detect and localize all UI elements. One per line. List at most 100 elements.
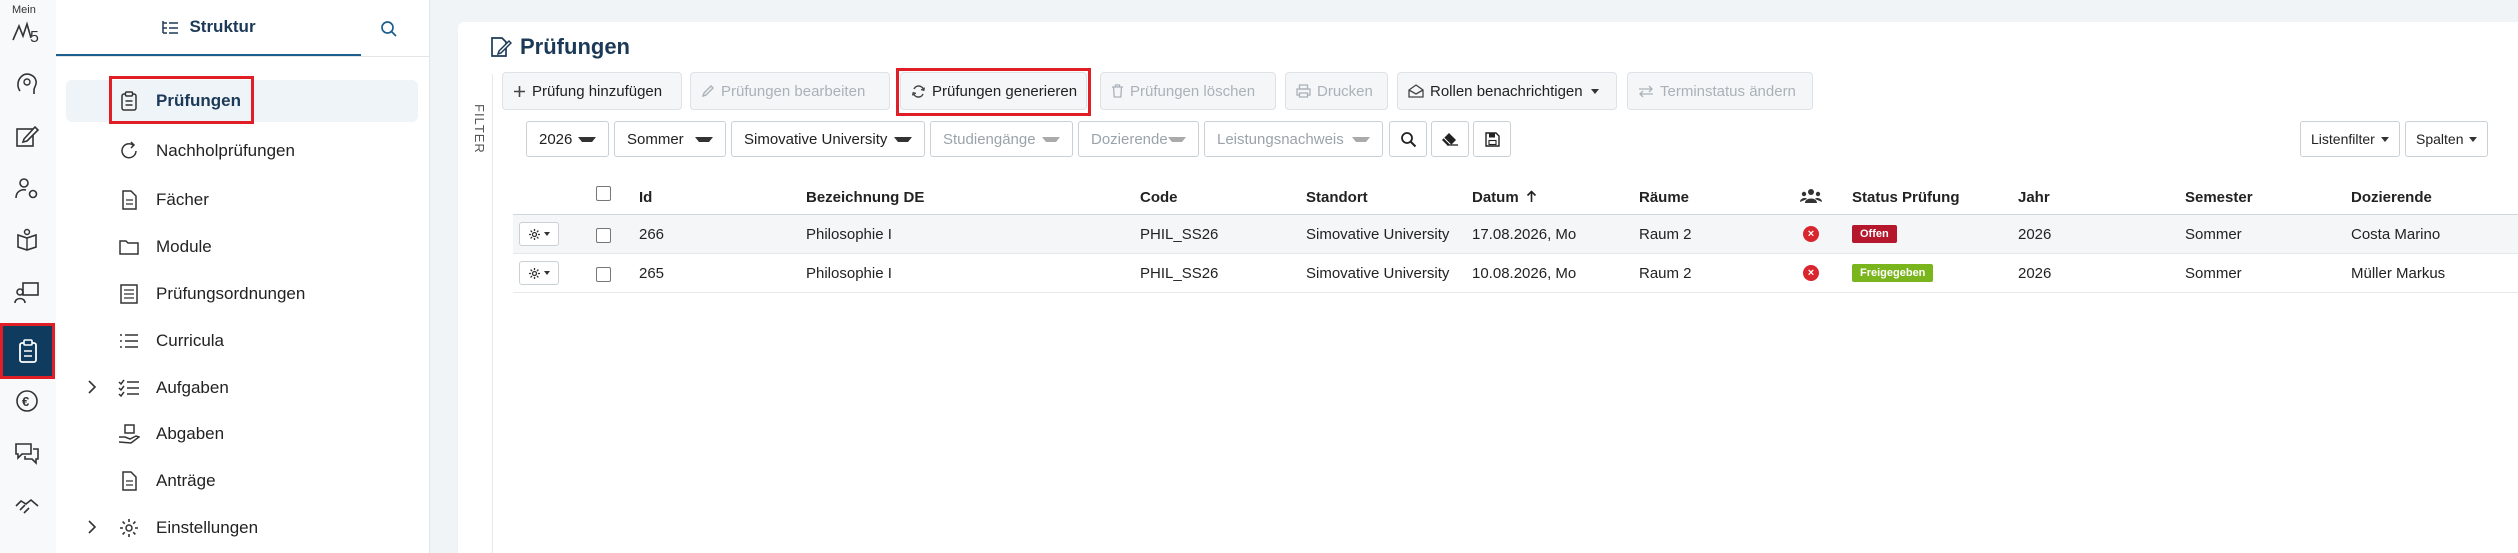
add-pruefung-button[interactable]: Prüfung hinzufügen (502, 72, 682, 110)
print-button[interactable]: Drucken (1285, 72, 1388, 110)
dozierende-placeholder: Dozierende (1091, 130, 1168, 148)
svg-text:€: € (22, 394, 29, 409)
dropdown-caret-icon (1352, 136, 1370, 142)
handshake-icon[interactable] (10, 488, 44, 522)
year-select-value: 2026 (539, 130, 573, 148)
clear-filter-button[interactable] (1431, 121, 1469, 157)
lightbulb-head-icon[interactable] (10, 67, 44, 101)
table-row[interactable]: 266 Philosophie I PHIL_SS26 Simovative U… (513, 215, 2518, 254)
print-label: Drucken (1317, 82, 1373, 100)
user-settings-icon[interactable] (10, 171, 44, 205)
edit-pruefungen-button[interactable]: Prüfungen bearbeiten (690, 72, 890, 110)
notify-roles-button[interactable]: Rollen benachrichtigen (1397, 72, 1617, 110)
chevron-right-icon[interactable] (83, 378, 101, 396)
university-select[interactable]: Simovative University (731, 121, 925, 157)
nav-item-faecher[interactable]: Fächer (66, 179, 418, 221)
cell-code: PHIL_SS26 (1140, 226, 1219, 243)
euro-icon[interactable]: € (10, 384, 44, 418)
document-icon (122, 471, 137, 491)
col-id[interactable]: Id (639, 189, 652, 206)
nav-item-pruefungsordnungen[interactable]: Prüfungsordnungen (66, 273, 418, 315)
search-button[interactable] (1389, 121, 1427, 157)
save-filter-button[interactable] (1473, 121, 1511, 157)
nav-search-button[interactable] (374, 14, 404, 44)
col-standort[interactable]: Standort (1306, 189, 1368, 206)
search-icon (1400, 131, 1416, 147)
book-hand-icon[interactable] (10, 223, 44, 257)
no-participants-icon: × (1803, 226, 1819, 242)
pencil-icon (701, 85, 714, 98)
envelope-open-icon (1408, 84, 1424, 98)
save-icon (1484, 131, 1500, 147)
row-actions-button[interactable] (519, 222, 559, 246)
filter-panel-toggle[interactable]: FILTER (468, 74, 493, 553)
delete-pruefungen-button[interactable]: Prüfungen löschen (1100, 72, 1276, 110)
cell-datum: 10.08.2026, Mo (1472, 265, 1577, 282)
clipboard-icon (18, 339, 37, 363)
page-title: Prüfungen (488, 34, 630, 60)
nav-item-curricula[interactable]: Curricula (66, 320, 418, 362)
nav-item-pruefungen[interactable]: Prüfungen (66, 76, 418, 124)
document-icon (122, 190, 137, 210)
gear-icon (529, 267, 540, 279)
dozierende-select[interactable]: Dozierende (1078, 121, 1199, 157)
leistungsnachweis-placeholder: Leistungsnachweis (1217, 130, 1344, 148)
col-jahr[interactable]: Jahr (2018, 189, 2050, 206)
folder-icon (119, 240, 139, 255)
cell-dozierende: Costa Marino (2351, 226, 2441, 243)
checklist-icon (118, 379, 139, 398)
col-dozierende[interactable]: Dozierende (2351, 189, 2432, 206)
nav-item-label: Nachholprüfungen (156, 141, 295, 160)
highlight-box (109, 76, 254, 124)
nav-item-abgaben[interactable]: Abgaben (66, 413, 418, 455)
leistungsnachweis-select[interactable]: Leistungsnachweis (1204, 121, 1383, 157)
nav-item-antraege[interactable]: Anträge (66, 460, 418, 502)
row-checkbox[interactable] (596, 228, 611, 243)
semester-select[interactable]: Sommer (614, 121, 726, 157)
rail-item-pruefungen[interactable] (0, 323, 55, 379)
row-checkbox[interactable] (596, 267, 611, 282)
dropdown-caret-icon (695, 136, 713, 142)
studiengaenge-select[interactable]: Studiengänge (930, 121, 1073, 157)
tab-struktur[interactable]: Struktur (56, 0, 361, 56)
list-filter-button[interactable]: Listenfilter (2300, 121, 2400, 157)
nav-item-aufgaben[interactable]: Aufgaben (66, 367, 418, 409)
logo-text: Mein (12, 4, 36, 16)
edit-icon[interactable] (10, 119, 44, 153)
col-datum[interactable]: Datum (1472, 189, 1537, 206)
year-select[interactable]: 2026 (526, 121, 609, 157)
teacher-board-icon[interactable] (10, 275, 44, 309)
list-filter-label: Listenfilter (2311, 131, 2375, 147)
col-status[interactable]: Status Prüfung (1852, 189, 1960, 206)
dropdown-caret-icon (544, 271, 550, 275)
nav-item-einstellungen[interactable]: Einstellungen (66, 507, 418, 549)
nav-item-nachholpruefungen[interactable]: Nachholprüfungen (66, 130, 418, 172)
cell-semester: Sommer (2185, 265, 2242, 282)
cell-dozierende: Müller Markus (2351, 265, 2446, 282)
page-title-text: Prüfungen (520, 34, 630, 59)
col-semester[interactable]: Semester (2185, 189, 2253, 206)
chevron-right-icon[interactable] (83, 518, 101, 536)
change-status-button[interactable]: Terminstatus ändern (1627, 72, 1813, 110)
main-content: Prüfungen FILTER Prüfung hinzufügen Prüf… (458, 22, 2518, 553)
gear-icon (120, 519, 138, 537)
col-bezeichnung[interactable]: Bezeichnung DE (806, 189, 924, 206)
col-raeume[interactable]: Räume (1639, 189, 1689, 206)
chat-icon[interactable] (10, 436, 44, 470)
status-badge: Offen (1852, 225, 1897, 243)
select-all-checkbox[interactable] (596, 186, 611, 201)
columns-button[interactable]: Spalten (2405, 121, 2489, 157)
app-logo[interactable]: Mein 5 (6, 4, 50, 48)
nav-item-module[interactable]: Module (66, 226, 418, 268)
dropdown-caret-icon (894, 136, 912, 142)
sort-ascending-icon (1526, 190, 1536, 202)
table-row[interactable]: 265 Philosophie I PHIL_SS26 Simovative U… (513, 254, 2518, 293)
refresh-icon (121, 141, 137, 159)
participants-icon (1800, 189, 1822, 203)
cell-bezeichnung: Philosophie I (806, 226, 892, 243)
plus-icon (514, 85, 525, 97)
filter-label: FILTER (472, 104, 487, 154)
col-code[interactable]: Code (1140, 189, 1178, 206)
row-actions-button[interactable] (519, 261, 559, 285)
semester-select-value: Sommer (627, 130, 684, 148)
